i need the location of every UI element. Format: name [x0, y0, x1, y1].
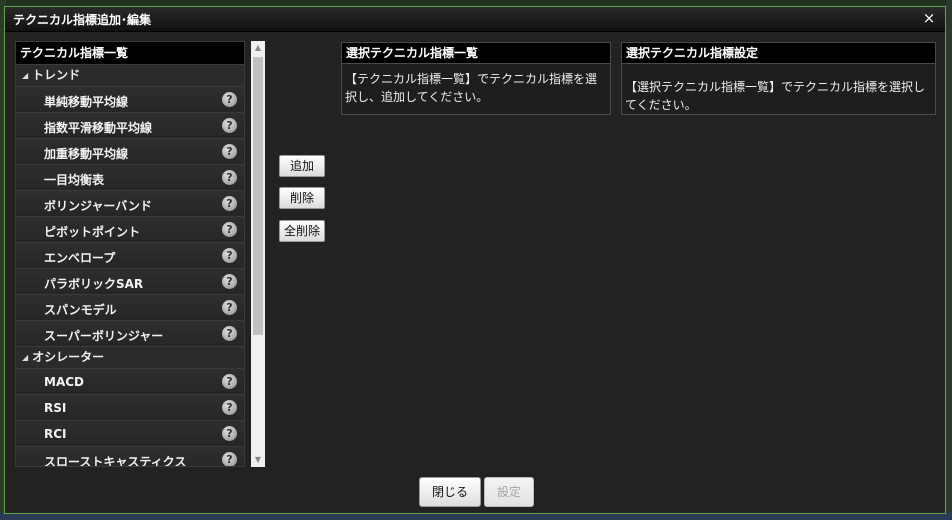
list-scrollbar[interactable]: ▲ ▼: [251, 41, 265, 467]
list-item-macd[interactable]: MACD?: [16, 369, 244, 395]
delete-button[interactable]: 削除: [279, 187, 325, 209]
list-item-label: RCI: [44, 427, 67, 441]
set-button[interactable]: 設定: [484, 477, 534, 507]
group-label: トレンド: [32, 68, 81, 82]
list-item-label: 一目均衡表: [44, 173, 105, 187]
list-item-wma[interactable]: 加重移動平均線?: [16, 139, 244, 165]
help-icon[interactable]: ?: [222, 274, 237, 289]
dialog-title: テクニカル指標追加･編集: [13, 13, 152, 27]
list-item-span-model[interactable]: スパンモデル?: [16, 295, 244, 321]
help-icon[interactable]: ?: [222, 170, 237, 185]
technical-indicator-dialog: テクニカル指標追加･編集 × テクニカル指標一覧 ◢ トレンド 単純移動平均線? …: [4, 6, 946, 514]
list-item-ema[interactable]: 指数平滑移動平均線?: [16, 113, 244, 139]
list-item-label: スローストキャスティクス: [44, 455, 187, 467]
background-edge-right: [946, 0, 952, 520]
expand-icon: ◢: [22, 353, 29, 362]
list-item-label: RSI: [44, 401, 67, 415]
list-item-ichimoku[interactable]: 一目均衡表?: [16, 165, 244, 191]
help-icon[interactable]: ?: [222, 248, 237, 263]
selected-indicators-message: 【テクニカル指標一覧】でテクニカル指標を選択し、追加してください。: [345, 72, 598, 104]
list-item-label: スーパーボリンジャー: [44, 329, 164, 343]
list-item-envelope[interactable]: エンベロープ?: [16, 243, 244, 269]
help-icon[interactable]: ?: [222, 400, 237, 415]
help-icon[interactable]: ?: [222, 118, 237, 133]
help-icon[interactable]: ?: [222, 144, 237, 159]
delete-all-button[interactable]: 全削除: [279, 220, 325, 242]
close-icon[interactable]: ×: [921, 9, 937, 27]
help-icon[interactable]: ?: [222, 374, 237, 389]
selected-indicators-header: 選択テクニカル指標一覧: [342, 43, 610, 64]
help-icon[interactable]: ?: [222, 452, 237, 466]
list-item-label: ボリンジャーバンド: [44, 199, 152, 213]
list-item-label: 加重移動平均線: [44, 147, 129, 161]
scroll-down-icon[interactable]: ▼: [251, 453, 265, 467]
selected-indicators-panel: 選択テクニカル指標一覧 【テクニカル指標一覧】でテクニカル指標を選択し、追加して…: [341, 42, 611, 115]
list-item-pivot[interactable]: ピボットポイント?: [16, 217, 244, 243]
list-item-super-bollinger[interactable]: スーパーボリンジャー?: [16, 321, 244, 347]
help-icon[interactable]: ?: [222, 196, 237, 211]
list-item-rsi[interactable]: RSI?: [16, 395, 244, 421]
indicator-settings-panel: 選択テクニカル指標設定 【選択テクニカル指標一覧】でテクニカル指標を選択してくだ…: [621, 42, 936, 115]
dialog-titlebar: テクニカル指標追加･編集 ×: [5, 7, 945, 32]
scroll-thumb[interactable]: [253, 57, 263, 335]
list-item-rci[interactable]: RCI?: [16, 421, 244, 447]
group-label: オシレーター: [32, 350, 105, 364]
list-item-slow-stochastics[interactable]: スローストキャスティクス?: [16, 447, 244, 467]
list-item-label: スパンモデル: [44, 303, 117, 317]
list-item-label: 単純移動平均線: [44, 95, 129, 109]
help-icon[interactable]: ?: [222, 92, 237, 107]
list-item-label: パラボリックSAR: [44, 277, 144, 291]
group-trend[interactable]: ◢ トレンド: [16, 65, 244, 87]
indicator-settings-message: 【選択テクニカル指標一覧】でテクニカル指標を選択してください。: [625, 80, 926, 112]
help-icon[interactable]: ?: [222, 426, 237, 441]
expand-icon: ◢: [22, 71, 29, 80]
list-item-label: MACD: [44, 375, 84, 389]
list-item-parabolic[interactable]: パラボリックSAR?: [16, 269, 244, 295]
close-button[interactable]: 閉じる: [419, 477, 481, 507]
list-item-label: 指数平滑移動平均線: [44, 121, 153, 135]
help-icon[interactable]: ?: [222, 300, 237, 315]
add-button[interactable]: 追加: [279, 155, 325, 177]
indicator-list-header: テクニカル指標一覧: [16, 42, 244, 65]
list-item-bollinger[interactable]: ボリンジャーバンド?: [16, 191, 244, 217]
list-item-sma[interactable]: 単純移動平均線?: [16, 87, 244, 113]
help-icon[interactable]: ?: [222, 222, 237, 237]
help-icon[interactable]: ?: [222, 326, 237, 341]
list-item-label: エンベロープ: [44, 251, 116, 265]
list-item-label: ピボットポイント: [44, 225, 141, 239]
indicator-list-panel: テクニカル指標一覧 ◢ トレンド 単純移動平均線? 指数平滑移動平均線? 加重移動…: [15, 41, 245, 467]
group-oscillator[interactable]: ◢ オシレーター: [16, 347, 244, 369]
scroll-up-icon[interactable]: ▲: [251, 41, 265, 55]
indicator-settings-header: 選択テクニカル指標設定: [622, 43, 935, 64]
